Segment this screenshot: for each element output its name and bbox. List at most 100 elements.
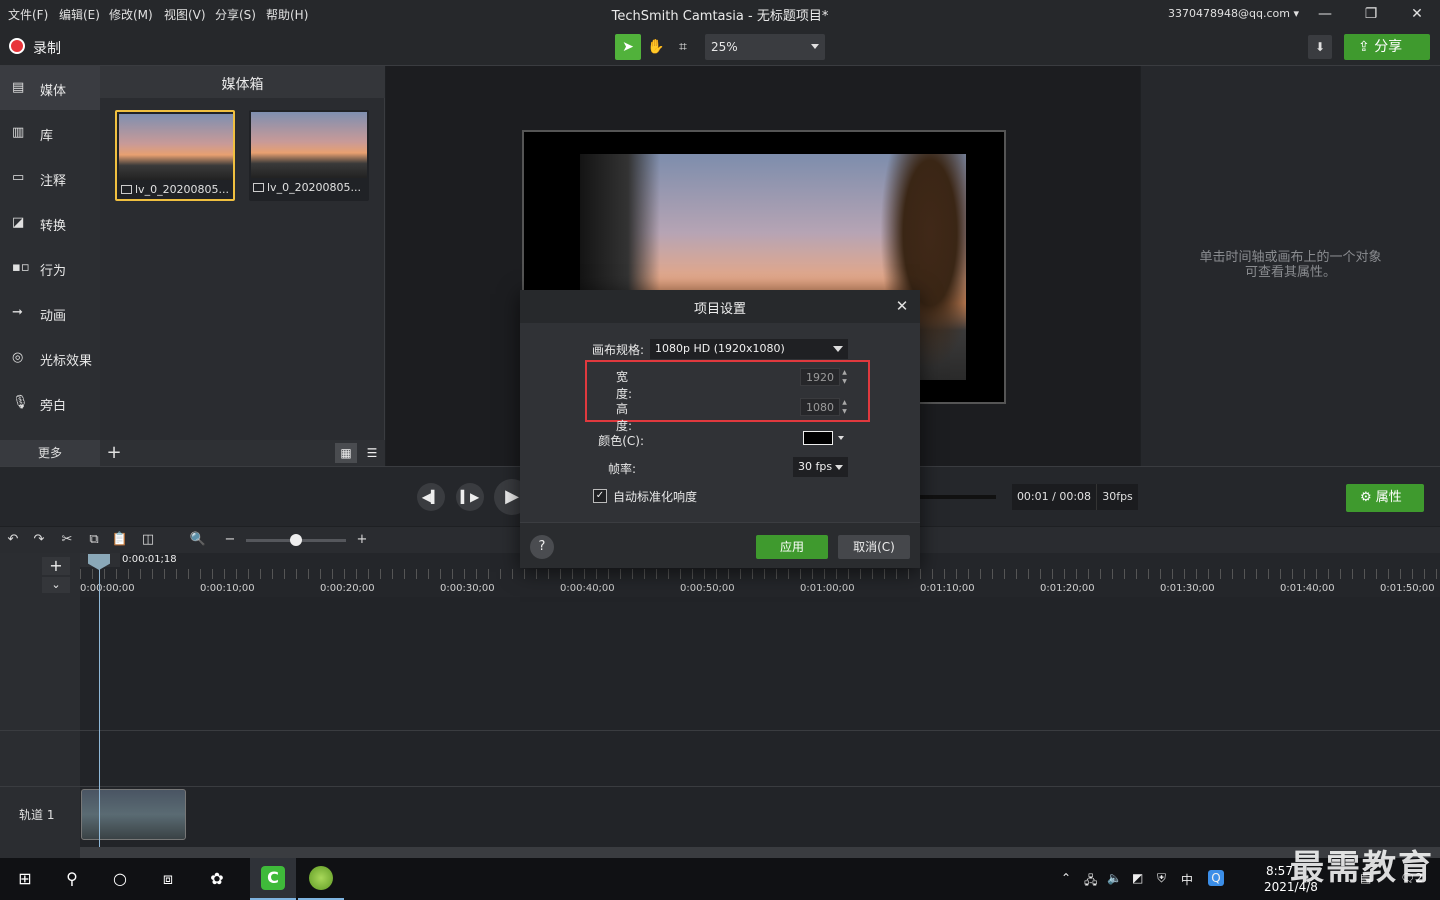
sidebar-item-behaviors[interactable]: ▪▫ 行为 [0,246,100,290]
sidebar-item-media[interactable]: ▤ 媒体 [0,66,100,110]
ruler-tick-label: 0:00:40;00 [560,583,615,594]
preset-value: 1080p HD (1920x1080) [655,342,785,355]
title-bar: 文件(F) 编辑(E) 修改(M) 视图(V) 分享(S) 帮助(H) Tech… [0,0,1440,28]
paste-button[interactable]: 📋 [111,531,129,549]
close-button[interactable]: ✕ [1402,4,1432,24]
search-button[interactable]: ⚲ [59,866,85,892]
sidebar-item-animations[interactable]: ➞ 动画 [0,291,100,335]
clock-time[interactable]: 8:57 [1266,864,1293,878]
redo-icon: ↷ [33,532,45,547]
pan-tool-button[interactable]: ✋ [643,34,669,60]
video-file-icon [253,183,264,192]
zoom-search-button[interactable]: 🔍 [189,531,207,549]
annotation-icon: ▭ [12,170,25,185]
select-tool-button[interactable]: ➤ [615,34,641,60]
height-input[interactable]: 1080 [800,398,840,416]
download-button[interactable]: ⬇ [1308,35,1332,59]
account-menu[interactable]: 3370478948@qq.com ▾ [1168,7,1299,20]
sidebar-item-label: 光标效果 [40,354,93,369]
canvas-preset-select[interactable]: 1080p HD (1920x1080) [650,339,848,359]
step-forward-button[interactable]: ▍▶ [456,483,484,511]
taskbar-app-other[interactable] [298,858,344,900]
taskbar-app-pinwheel[interactable]: ✿ [204,866,230,892]
menu-view[interactable]: 视图(V) [164,6,206,23]
task-view-button[interactable]: ⧈ [155,866,181,892]
cortana-button[interactable]: ○ [107,866,133,892]
width-input[interactable]: 1920 [800,368,840,386]
paste-icon: 📋 [111,532,129,547]
auto-normalize-checkbox[interactable]: ✓ [593,489,607,503]
chevron-down-icon: ▾ [1293,7,1299,20]
sidebar-item-voice-narration[interactable]: 🎙 旁白 [0,381,100,425]
sidebar-item-cursor-effects[interactable]: ◎ 光标效果 [0,336,100,380]
zoom-out-button[interactable]: − [221,531,239,549]
time-display: 00:01 / 00:08 [1012,484,1096,510]
security-shield-icon[interactable]: ⛨ [1157,871,1166,886]
taskbar-app-camtasia[interactable]: C [250,858,296,900]
ruler-tick-label: 0:01:10;00 [920,583,975,594]
menu-help[interactable]: 帮助(H) [266,6,308,23]
add-track-button[interactable]: + [42,557,70,575]
cut-button[interactable]: ✂ [58,531,76,549]
share-button[interactable]: ⇪ 分享 [1344,34,1430,60]
zoom-in-button[interactable]: + [353,531,371,549]
list-view-button[interactable]: ☰ [361,443,383,463]
timeline-zoom-slider-handle[interactable] [290,534,302,546]
split-button[interactable]: ◫ [139,531,157,549]
volume-icon[interactable]: 🔈 [1107,871,1122,885]
help-button[interactable]: ? [530,535,554,559]
sidebar-item-library[interactable]: ▥ 库 [0,111,100,155]
tray-expand-icon[interactable]: ⌃ [1061,871,1071,885]
height-spinner[interactable]: ▲ ▼ [840,398,849,416]
redo-button[interactable]: ↷ [30,531,48,549]
menu-modify[interactable]: 修改(M) [109,6,153,23]
ruler-tick-label: 0:01:30;00 [1160,583,1215,594]
sidebar-item-annotations[interactable]: ▭ 注释 [0,156,100,200]
ime-indicator[interactable]: 中 [1181,871,1193,888]
ruler-tick-label: 0:01:40;00 [1280,583,1335,594]
nvidia-icon[interactable]: ◩ [1132,871,1143,885]
cancel-button[interactable]: 取消(C) [838,535,910,559]
width-spinner[interactable]: ▲ ▼ [840,368,849,386]
properties-button[interactable]: ⚙ 属性 [1346,484,1424,512]
timeline-tracks[interactable] [80,597,1440,847]
more-button[interactable]: 更多 [0,440,100,466]
step-back-button[interactable]: ◀▍ [417,483,445,511]
track-label[interactable]: 轨道 1 [19,806,54,823]
add-media-button[interactable]: + [104,442,124,464]
chevron-down-icon [838,436,844,440]
network-icon[interactable]: 🖧 [1084,871,1097,892]
menu-file[interactable]: 文件(F) [8,6,48,23]
dialog-close-button[interactable]: ✕ [892,296,912,316]
grid-view-button[interactable]: ▦ [335,443,357,463]
chevron-down-icon [833,346,843,352]
undo-button[interactable]: ↶ [4,531,22,549]
collapse-tracks-button[interactable]: ⌄ [42,577,70,593]
copy-icon: ⧉ [89,532,99,547]
media-item[interactable]: lv_0_20200805... [115,110,235,201]
cursor-effect-icon: ◎ [12,350,24,365]
sidebar-item-transitions[interactable]: ◪ 转换 [0,201,100,245]
restore-button[interactable]: ❐ [1356,4,1386,24]
ruler-tick-label: 0:00:20;00 [320,583,375,594]
zoom-select[interactable]: 25% [705,34,825,60]
qq-icon[interactable]: Q [1208,870,1224,886]
behavior-icon: ▪▫ [12,260,30,275]
sidebar-item-label: 行为 [40,264,67,279]
color-picker[interactable] [803,431,833,445]
menu-share[interactable]: 分享(S) [215,6,256,23]
apply-button[interactable]: 应用 [756,535,828,559]
start-button[interactable]: ⊞ [12,866,38,892]
crop-tool-button[interactable]: ⌗ [670,34,696,60]
media-bin-title: 媒体箱 [221,77,264,93]
scrub-bar[interactable] [920,495,996,499]
frame-rate-select[interactable]: 30 fps [793,457,848,477]
menu-edit[interactable]: 编辑(E) [59,6,100,23]
media-item[interactable]: lv_0_20200805... [249,110,369,201]
properties-button-label: 属性 [1375,490,1402,505]
timeline-scrollbar[interactable] [80,847,1440,858]
copy-button[interactable]: ⧉ [85,531,103,549]
playhead-line[interactable] [99,560,100,848]
minimize-button[interactable]: — [1310,4,1340,24]
timeline-clip[interactable] [81,789,186,840]
